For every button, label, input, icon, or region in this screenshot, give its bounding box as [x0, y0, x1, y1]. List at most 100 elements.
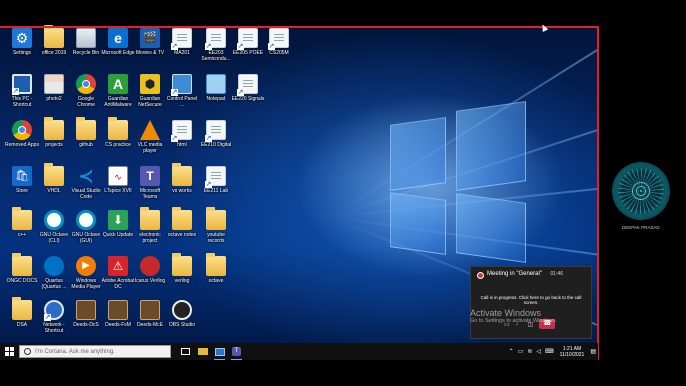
desktop-icon-label: Recycle Bin: [72, 50, 100, 56]
desktop-icon[interactable]: GNU Octave (GUI): [69, 210, 103, 244]
desktop-icon-label: Notepad: [206, 96, 226, 102]
desktop-icon-label: Deeds-FsM: [105, 322, 131, 328]
desktop-icon-label: DSA: [16, 322, 28, 328]
desktop-icon[interactable]: GNU Octave (CLI): [37, 210, 71, 244]
taskbar-photos[interactable]: [211, 343, 228, 360]
cortana-search-box[interactable]: I'm Cortana. Ask me anything.: [19, 345, 171, 358]
desktop-icon[interactable]: youtube records: [199, 207, 233, 244]
desktop-icon[interactable]: vs works: [165, 163, 199, 194]
control-icon: [171, 74, 192, 96]
desktop-icon[interactable]: EE210 Digital: [199, 120, 233, 148]
desktop-icon[interactable]: A Guardian AntiMalware: [101, 74, 135, 108]
keyboard-icon[interactable]: ⌨: [545, 348, 554, 355]
desktop-icon-label: vs works: [172, 188, 192, 194]
desktop-icon[interactable]: Quartus (Quartus ...: [37, 256, 71, 290]
desktop-icon-label: electronic project: [139, 232, 161, 244]
desktop-icon[interactable]: VLC media player: [133, 120, 167, 154]
show-hidden-icons[interactable]: ⌃: [509, 348, 514, 355]
desktop-icon[interactable]: Control Panel ...: [165, 74, 199, 108]
desktop-icon-label: VLC media player: [137, 142, 163, 154]
folder-icon: [108, 117, 128, 140]
desktop-icon[interactable]: This PC - Shortcut: [5, 74, 39, 108]
desktop-icon[interactable]: MA201: [165, 28, 199, 56]
desktop-icon[interactable]: CS practice: [101, 117, 135, 148]
network-icon: [44, 300, 64, 321]
desktop-icon-label: VHDL: [47, 188, 61, 194]
desktop-icon-label: Control Panel ...: [166, 96, 198, 108]
file-explorer-icon: [197, 348, 208, 355]
octave-icon: [44, 210, 64, 230]
desktop-icon[interactable]: ⬇ Quick Update: [101, 210, 135, 238]
desktop-icon[interactable]: html: [165, 120, 199, 148]
folder-icon: [12, 253, 32, 276]
desktop-icon[interactable]: electronic project: [133, 207, 167, 244]
desktop-icon[interactable]: Notepad: [199, 74, 233, 102]
meeting-popup[interactable]: Meeting in "General" 01:46 Call is in pr…: [470, 266, 592, 339]
desktop-icon[interactable]: ≺ Visual Studio Code: [69, 166, 103, 200]
desktop-icon[interactable]: ▶ Windows Media Player: [69, 256, 103, 290]
watermark-title: Activate Windows: [470, 308, 542, 318]
folder-icon: [44, 25, 64, 48]
clock-time: 1:21 AM: [562, 345, 582, 352]
desktop-icon-label: Removed Apps: [5, 142, 39, 148]
battery-icon[interactable]: ▭: [518, 348, 524, 355]
desktop-icon[interactable]: CS205M: [262, 28, 296, 56]
desktop-icon[interactable]: Removed Apps: [5, 120, 39, 148]
desktop-icon[interactable]: ⚙ Settings: [5, 28, 39, 56]
ltspice-icon: ∿: [108, 166, 128, 186]
desktop-icon[interactable]: ∿ LTspice XVII: [101, 166, 135, 194]
desktop-icon[interactable]: github: [69, 117, 103, 148]
desktop-icon[interactable]: octave: [199, 253, 233, 284]
volume-icon[interactable]: ◁: [536, 348, 541, 355]
desktop-icon[interactable]: ⚠ Adobe Acrobat DC: [101, 256, 135, 290]
desktop-icon[interactable]: Network - Shortcut: [37, 300, 71, 334]
taskbar-file-explorer[interactable]: [194, 343, 211, 360]
desktop-icon[interactable]: Deeds-FsM: [101, 300, 135, 328]
desktop-icon[interactable]: projects: [37, 117, 71, 148]
notifications-icon[interactable]: ▤: [590, 348, 596, 355]
desktop-icon[interactable]: Icarus Verilog: [133, 256, 167, 284]
task-view-button[interactable]: [177, 343, 194, 360]
desktop-icon[interactable]: Recycle Bin: [69, 28, 103, 56]
desktop-icon[interactable]: T Microsoft Teams: [133, 166, 167, 200]
taskbar-teams[interactable]: T: [228, 343, 245, 360]
folder-icon: [44, 163, 64, 186]
desktop-icon[interactable]: EE203 Semicondu...: [199, 28, 233, 62]
start-button[interactable]: [0, 343, 18, 360]
desktop-icon-label: Visual Studio Code: [71, 188, 101, 200]
desktop-icon[interactable]: Deeds-DcS: [69, 300, 103, 328]
deeds-icon: [140, 300, 160, 320]
desktop-icon[interactable]: photo2: [37, 74, 71, 102]
desktop-icon[interactable]: Google Chrome: [69, 74, 103, 108]
wifi-icon[interactable]: ≋: [527, 348, 532, 355]
meeting-description[interactable]: Call is in progress. Click here to go ba…: [475, 295, 587, 305]
octave-icon: [76, 210, 96, 230]
desktop-icon-label: LTspice XVII: [104, 188, 132, 194]
desktop-icon[interactable]: 🛍 Store: [5, 166, 39, 194]
desktop-icon[interactable]: Deeds-McE: [133, 300, 167, 328]
desktop-icon[interactable]: e Microsoft Edge: [101, 28, 135, 56]
desktop-icon[interactable]: ONGC DOCS: [5, 253, 39, 284]
desktop-icon[interactable]: OBS Studio: [165, 300, 199, 328]
desktop-icon[interactable]: ⬢ Guardian NetSecure: [133, 74, 167, 108]
taskbar: I'm Cortana. Ask me anything. T ⌃ ▭ ≋ ◁ …: [0, 343, 598, 360]
chrome-icon: [76, 74, 96, 94]
meeting-title: Meeting in "General": [487, 271, 542, 277]
clock[interactable]: 1:21 AM 11/10/2021: [560, 346, 585, 358]
desktop-icon[interactable]: EE220 Signals: [231, 74, 265, 102]
desktop-icon[interactable]: VHDL: [37, 163, 71, 194]
desktop-icon[interactable]: EE205 POEE: [231, 28, 265, 56]
wmp-icon: ▶: [76, 256, 96, 276]
desktop-icon[interactable]: c++: [5, 207, 39, 238]
desktop-icon-label: CS205M: [269, 50, 289, 56]
desktop-icon[interactable]: octave notes: [165, 207, 199, 238]
desktop-icon[interactable]: office 2019: [37, 25, 71, 56]
task-view-icon: [181, 348, 190, 355]
desktop-icon[interactable]: DSA: [5, 297, 39, 328]
notepad-icon: [206, 74, 226, 94]
desktop-icon[interactable]: verilog: [165, 253, 199, 284]
desktop-icon-label: Adobe Acrobat DC: [101, 278, 135, 290]
desktop-icon[interactable]: 🎬 Movies & TV: [133, 28, 167, 56]
desktop-icon[interactable]: EE211 Lab: [199, 166, 233, 194]
desktop-icon-label: Movies & TV: [135, 50, 165, 56]
